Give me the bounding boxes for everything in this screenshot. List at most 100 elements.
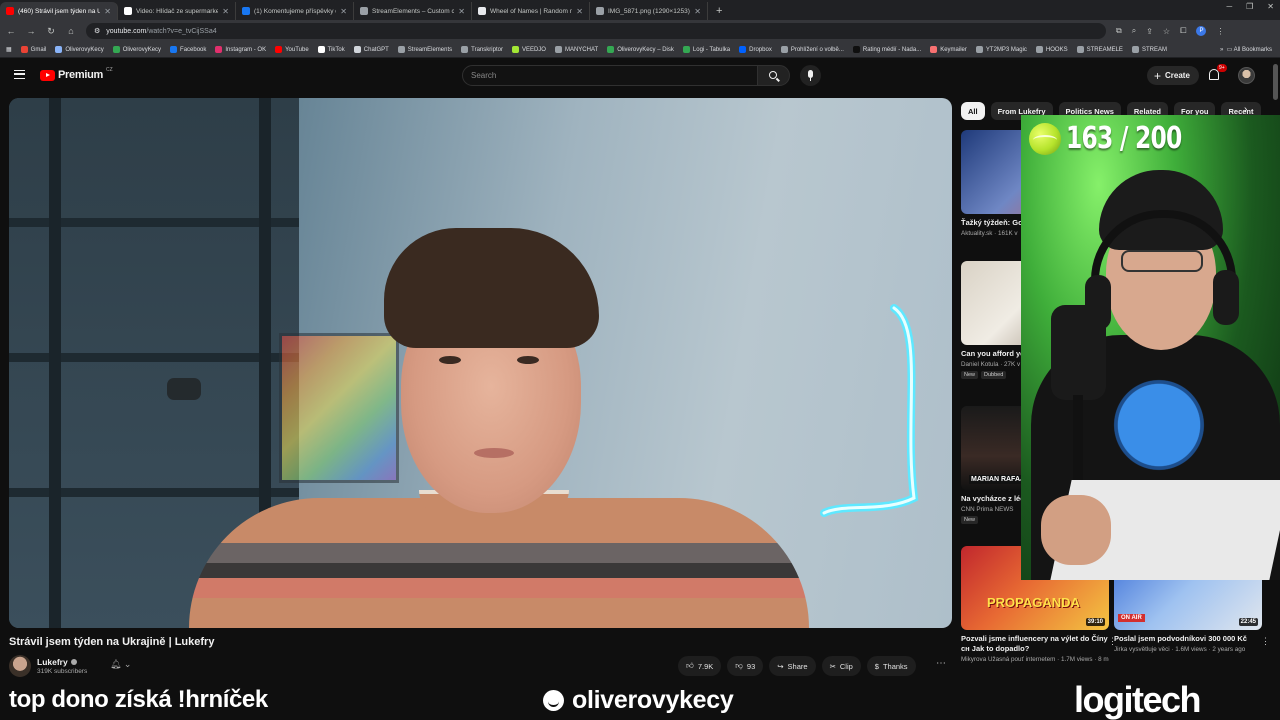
home-icon[interactable]: ⌂: [66, 26, 76, 36]
bookmark-item[interactable]: OliverovyKecy: [55, 46, 104, 53]
subscriber-count: 319K subscribers: [37, 668, 88, 675]
bookmark-item[interactable]: Dropbox: [739, 46, 772, 53]
bookmark-item[interactable]: Logi - Tabulka: [682, 46, 730, 53]
recommendation-meta: Jirka vysvětluje věci · 1.6M views · 2 y…: [1114, 646, 1246, 653]
chip-all[interactable]: All: [961, 102, 985, 120]
share-page-icon[interactable]: ⇪: [1146, 27, 1153, 36]
video-player[interactable]: [9, 98, 952, 628]
bookmark-item[interactable]: Gmail: [20, 46, 46, 53]
channel-name[interactable]: Lukefry: [37, 657, 77, 667]
bookmark-item[interactable]: YouTube: [275, 46, 309, 53]
bookmark-item[interactable]: OliverovyKecy – Disk: [607, 46, 674, 53]
more-actions-icon[interactable]: ⋯: [936, 658, 946, 669]
address-bar-row: ← → ↻ ⌂ ⚙ youtube.com/watch?v=e_tvCijSSa…: [0, 20, 1280, 42]
close-window-icon[interactable]: ✕: [1267, 2, 1274, 11]
all-bookmarks[interactable]: » ▭ All Bookmarks: [1220, 46, 1272, 53]
image-icon: [596, 7, 604, 15]
shirt-print: [1109, 370, 1209, 480]
recommendation-title[interactable]: Pozvali jsme influencery na výlet do Čín…: [961, 634, 1109, 654]
back-icon[interactable]: ←: [6, 26, 16, 36]
bookmark-item[interactable]: Prohlížení o volbě...: [780, 46, 844, 53]
close-tab-icon[interactable]: ✕: [576, 7, 583, 16]
close-tab-icon[interactable]: ✕: [694, 7, 701, 16]
bookmark-item[interactable]: OliverovyKecy: [112, 46, 161, 53]
account-avatar[interactable]: [1238, 67, 1255, 84]
url-host: youtube.com: [106, 27, 147, 35]
maximize-icon[interactable]: ❐: [1246, 2, 1253, 11]
bookmark-item[interactable]: YT2MP3 Magic: [975, 46, 1027, 53]
site-info-icon[interactable]: ⚙: [94, 27, 100, 35]
subscription-bell-icon[interactable]: 🔔︎ ⌄: [110, 659, 131, 670]
bookmark-item[interactable]: TikTok: [317, 46, 345, 53]
youtube-play-icon: [40, 69, 55, 81]
browser-tab[interactable]: IMG_5871.png (1290×1253) ✕: [590, 2, 708, 20]
browser-tab[interactable]: StreamElements – Custom code ✕: [354, 2, 472, 20]
bookmark-item[interactable]: Transkriptor: [461, 46, 503, 53]
new-badge: New: [961, 516, 979, 524]
folder-icon: ▭: [1226, 47, 1233, 53]
bookmark-item[interactable]: ChatGPT: [353, 46, 389, 53]
youtube-logo[interactable]: Premium CZ: [40, 67, 113, 81]
zoom-icon[interactable]: ⌕: [1132, 26, 1136, 36]
like-button[interactable]: 👍︎ 7.9K: [678, 656, 722, 676]
apps-icon[interactable]: ▦: [6, 46, 12, 53]
search-icon: [769, 71, 777, 79]
scrollbar-thumb[interactable]: [1273, 64, 1278, 100]
bookmark-item[interactable]: VEEDJO: [511, 46, 546, 53]
share-button[interactable]: ↪ Share: [769, 656, 816, 676]
webcam-overlay: [1021, 115, 1280, 580]
profile-button[interactable]: P: [1196, 26, 1207, 36]
window-controls: ─ ❐ ✕: [1226, 2, 1274, 11]
search-button[interactable]: [757, 65, 790, 86]
close-tab-icon[interactable]: ✕: [222, 7, 229, 16]
bookmark-item[interactable]: Instagram - OK: [215, 46, 266, 53]
goal-counter: 163 / 200: [1029, 121, 1214, 156]
voice-search-icon[interactable]: [800, 65, 821, 86]
extensions-icon[interactable]: ⧠: [1180, 26, 1186, 36]
dollar-icon: $: [874, 661, 879, 671]
create-button[interactable]: + Create: [1147, 66, 1199, 85]
channel-avatar[interactable]: [9, 655, 31, 677]
bookmark-item[interactable]: HOOKS: [1035, 46, 1068, 53]
bookmark-item[interactable]: Rating médií - Nada...: [852, 46, 921, 53]
bookmark-folder[interactable]: STREAM: [1131, 46, 1167, 53]
chatgpt-icon: [353, 46, 361, 53]
browser-tab[interactable]: Wheel of Names | Random name ✕: [472, 2, 590, 20]
glasses: [1121, 250, 1203, 272]
presenter: [189, 228, 809, 628]
reload-icon[interactable]: ↻: [46, 26, 56, 37]
bookmark-item[interactable]: MANYCHAT: [554, 46, 598, 53]
dropbox-icon: [739, 46, 747, 53]
close-tab-icon[interactable]: ✕: [458, 7, 465, 16]
tiktok-icon: [317, 46, 325, 53]
close-tab-icon[interactable]: ✕: [340, 7, 347, 16]
tennis-ball-icon: [1029, 122, 1061, 155]
thanks-button[interactable]: $ Thanks: [866, 656, 916, 676]
translate-icon[interactable]: ⧉: [1116, 26, 1122, 36]
minimize-icon[interactable]: ─: [1226, 2, 1232, 11]
close-tab-icon[interactable]: ✕: [104, 7, 111, 16]
bookmark-item[interactable]: Keymailer: [930, 46, 967, 53]
bookmark-item[interactable]: Facebook: [170, 46, 206, 53]
bookmark-icon: [55, 46, 63, 53]
dislike-button[interactable]: 👎︎ 93: [727, 656, 764, 676]
bookmark-item[interactable]: StreamElements: [397, 46, 452, 53]
browser-tab[interactable]: (460) Strávil jsem týden na Ukrajině | L…: [0, 2, 118, 20]
more-options-icon[interactable]: ⋮: [1261, 636, 1270, 647]
browser-tab[interactable]: (1) Komentujeme příspěvky do ✕: [236, 2, 354, 20]
chevron-right-icon[interactable]: ›: [1244, 104, 1247, 115]
forward-icon[interactable]: →: [26, 26, 36, 36]
menu-icon[interactable]: [14, 70, 25, 79]
youtube-icon: [6, 7, 14, 15]
browser-menu-icon[interactable]: ⋮: [1216, 27, 1224, 36]
new-tab-button[interactable]: +: [708, 2, 730, 20]
bookmark-folder[interactable]: STREAMELE: [1076, 46, 1123, 53]
thumbs-up-icon: 👍︎: [686, 661, 694, 670]
bookmark-star-icon[interactable]: ☆: [1163, 27, 1170, 36]
clip-button[interactable]: ✂ Clip: [821, 656, 861, 676]
browser-tab[interactable]: Video: Hlídač ze supermarketu ✕: [118, 2, 236, 20]
recommendation-title[interactable]: Poslal jsem podvodníkovi 300 000 Kč: [1114, 634, 1262, 644]
search-input[interactable]: Search: [462, 65, 758, 86]
url-field[interactable]: ⚙ youtube.com/watch?v=e_tvCijSSa4: [86, 23, 1106, 39]
video-actions: 👍︎ 7.9K 👎︎ 93 ↪ Share ✂ Clip $ Thanks: [678, 656, 916, 676]
